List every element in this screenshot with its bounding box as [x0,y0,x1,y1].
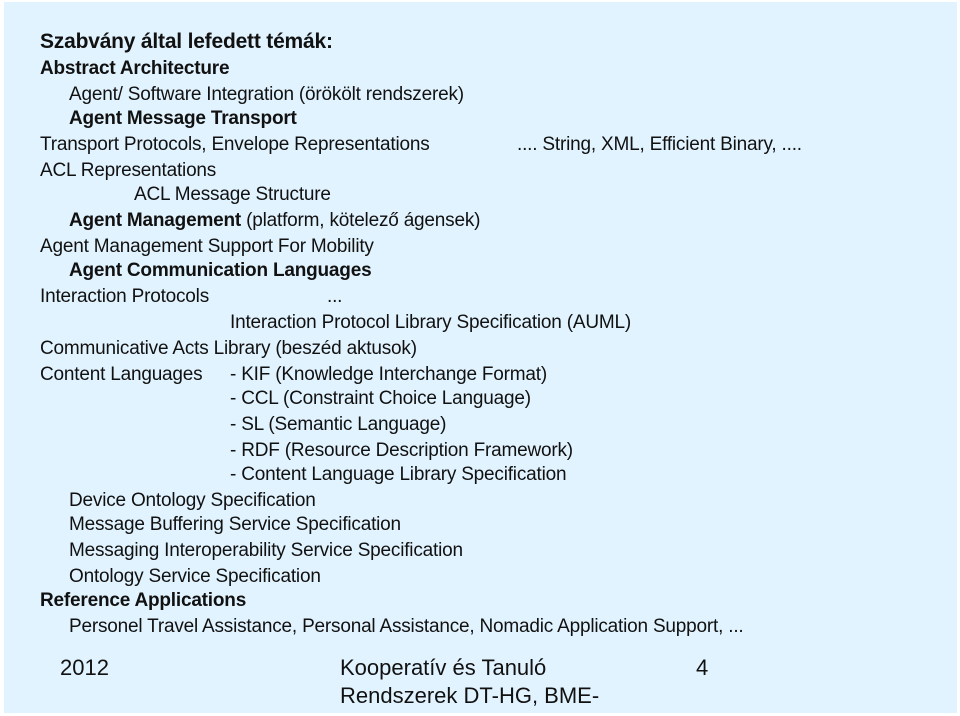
topic-agent-management: Agent Management (platform, kötelező áge… [69,210,480,232]
interaction-protocols-ellipsis: ... [327,286,343,307]
topic-acl-message-structure: ACL Message Structure [134,184,331,205]
transport-formats-note: .... String, XML, Efficient Binary, .... [517,134,802,155]
footer-year: 2012 [60,655,109,680]
agent-management-note: (platform, kötelező ágensek) [241,210,481,231]
slide-title: Szabvány által lefedett témák: [40,30,333,53]
content-language-kif: - KIF (Knowledge Interchange Format) [230,364,547,385]
topic-agent-management-mobility: Agent Management Support For Mobility [40,236,374,257]
content-language-ccl: - CCL (Constraint Choice Language) [230,388,531,409]
topic-communicative-acts-library: Communicative Acts Library (beszéd aktus… [40,338,417,359]
footer-course-line1: Kooperatív és Tanuló [340,655,547,680]
topic-reference-applications: Reference Applications [40,590,247,611]
topic-message-buffering: Message Buffering Service Specification [69,514,401,535]
content-language-sl: - SL (Semantic Language) [230,414,447,435]
content-language-library: - Content Language Library Specification [230,464,567,485]
footer-course-line2: Rendszerek DT-HG, BME- [340,683,600,708]
topic-abstract-architecture: Abstract Architecture [40,58,230,79]
topic-interaction-protocols: Interaction Protocols [40,286,209,307]
agent-management-label: Agent Management [69,210,242,231]
topic-agent-communication-languages: Agent Communication Languages [69,260,372,281]
topic-content-languages: Content Languages [40,364,203,385]
reference-applications-list: Personel Travel Assistance, Personal Ass… [69,616,744,637]
slide: Szabvány által lefedett témák: Abstract … [4,2,957,713]
topic-ontology-service: Ontology Service Specification [69,566,321,587]
topic-agent-message-transport: Agent Message Transport [69,108,297,129]
topic-messaging-interoperability: Messaging Interoperability Service Speci… [69,540,463,561]
topic-acl-representations: ACL Representations [40,160,217,181]
topic-interaction-protocol-library: Interaction Protocol Library Specificati… [230,312,631,333]
topic-transport-protocols: Transport Protocols, Envelope Representa… [40,134,430,155]
topic-device-ontology: Device Ontology Specification [69,490,316,511]
footer-page-number: 4 [696,655,709,680]
content-language-rdf: - RDF (Resource Description Framework) [230,440,573,461]
topic-agent-software-integration: Agent/ Software Integration (örökölt ren… [69,84,464,105]
